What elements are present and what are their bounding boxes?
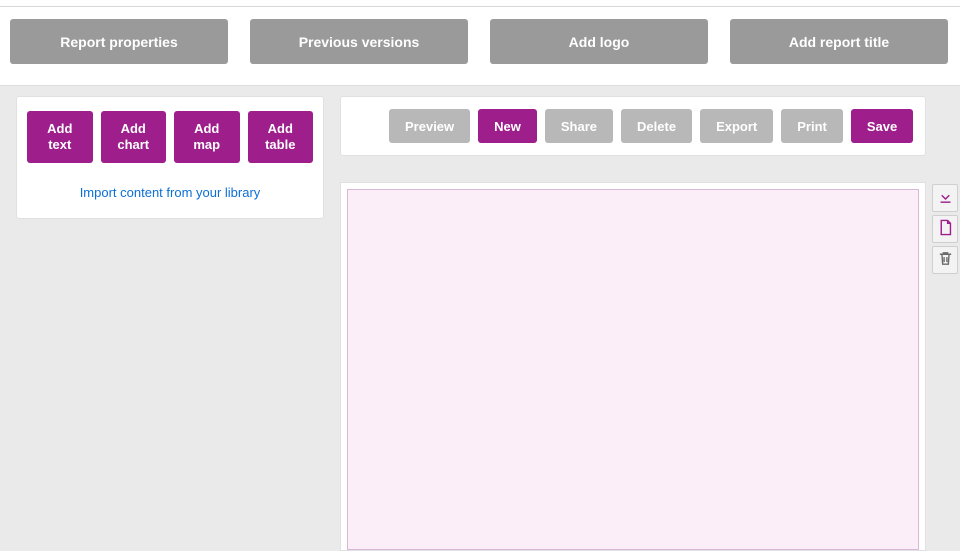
add-text-button[interactable]: Add text [27,111,93,163]
add-text-label: Add text [47,121,72,154]
delete-button[interactable]: Delete [621,109,692,143]
download-tool-button[interactable] [932,184,958,212]
add-map-label: Add map [193,121,220,154]
add-table-label: Add table [265,121,295,154]
previous-versions-button[interactable]: Previous versions [250,19,468,64]
workspace: Add text Add chart Add map Add table Imp… [0,85,960,551]
add-table-button[interactable]: Add table [248,111,314,163]
add-content-row: Add text Add chart Add map Add table [27,111,313,163]
action-row: Preview New Share Delete Export Print Sa… [389,109,913,143]
new-button[interactable]: New [478,109,537,143]
page-tool-button[interactable] [932,215,958,243]
share-button[interactable]: Share [545,109,613,143]
print-button[interactable]: Print [781,109,843,143]
download-arrow-icon [937,188,954,208]
top-toolbar: Report properties Previous versions Add … [10,19,960,64]
add-chart-label: Add chart [117,121,149,154]
trash-icon [937,250,954,270]
import-content-link[interactable]: Import content from your library [27,185,313,200]
trash-tool-button[interactable] [932,246,958,274]
page-icon [937,219,954,239]
add-map-button[interactable]: Add map [174,111,240,163]
export-button[interactable]: Export [700,109,773,143]
add-chart-button[interactable]: Add chart [101,111,167,163]
canvas-container [340,182,926,551]
report-canvas[interactable] [347,189,919,550]
add-report-title-button[interactable]: Add report title [730,19,948,64]
preview-button[interactable]: Preview [389,109,470,143]
side-tools [932,184,958,274]
add-logo-button[interactable]: Add logo [490,19,708,64]
report-properties-button[interactable]: Report properties [10,19,228,64]
top-divider [0,6,960,7]
main-column: Preview New Share Delete Export Print Sa… [340,96,926,551]
save-button[interactable]: Save [851,109,913,143]
left-panel: Add text Add chart Add map Add table Imp… [16,96,324,219]
action-panel: Preview New Share Delete Export Print Sa… [340,96,926,156]
